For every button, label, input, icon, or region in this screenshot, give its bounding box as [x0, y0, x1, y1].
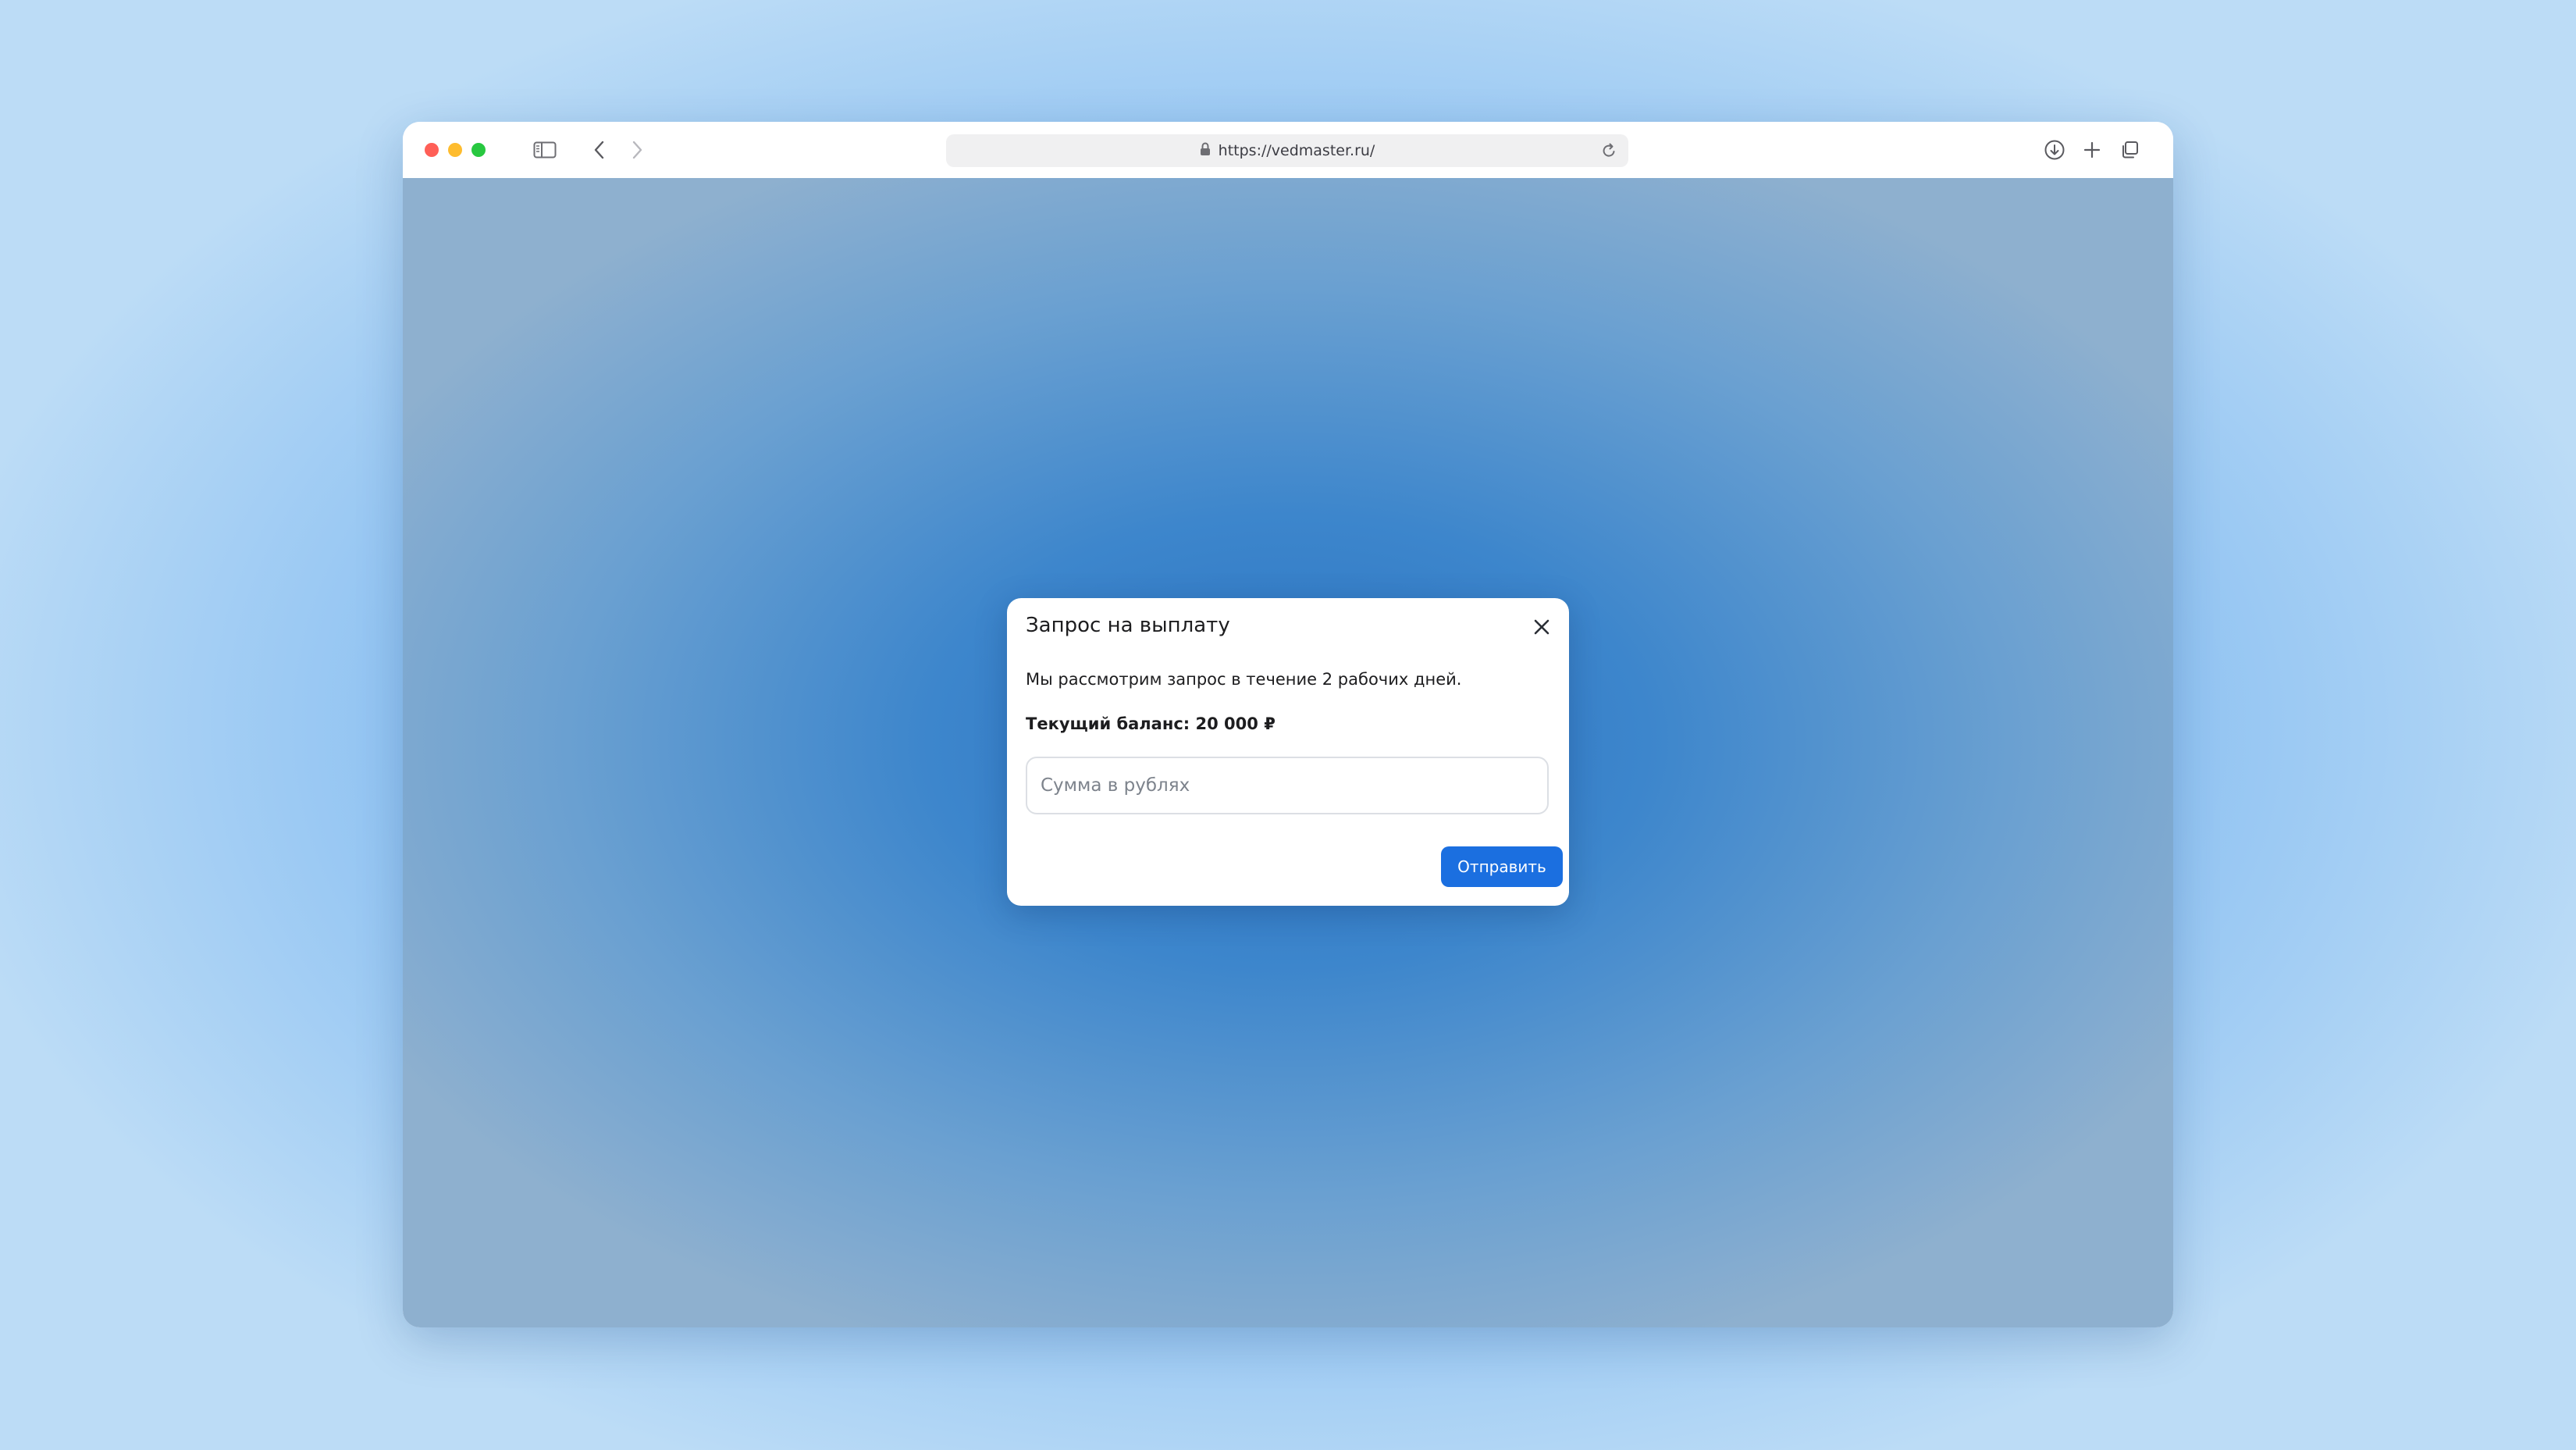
reload-icon[interactable]	[1597, 139, 1621, 162]
tabs-overview-icon[interactable]	[2117, 137, 2142, 162]
new-tab-icon[interactable]	[2080, 137, 2105, 162]
browser-toolbar: https://vedmaster.ru/	[403, 122, 2173, 178]
sidebar-icon[interactable]	[532, 137, 557, 162]
zoom-window-button[interactable]	[471, 143, 486, 157]
browser-window: https://vedmaster.ru/ Запрос на выплату …	[403, 122, 2173, 1327]
payout-request-modal: Запрос на выплату Мы рассмотрим запрос в…	[1007, 598, 1569, 906]
lock-icon	[1200, 141, 1211, 160]
forward-icon[interactable]	[624, 137, 649, 162]
close-icon[interactable]	[1530, 615, 1553, 639]
modal-description: Мы рассмотрим запрос в течение 2 рабочих…	[1026, 670, 1462, 689]
close-window-button[interactable]	[425, 143, 439, 157]
submit-button[interactable]: Отправить	[1441, 846, 1563, 887]
address-bar-content: https://vedmaster.ru/	[946, 134, 1628, 167]
url-text: https://vedmaster.ru/	[1218, 142, 1375, 159]
address-bar[interactable]: https://vedmaster.ru/	[946, 134, 1628, 167]
back-icon[interactable]	[587, 137, 612, 162]
current-balance: Текущий баланс: 20 000 ₽	[1026, 714, 1276, 733]
modal-title: Запрос на выплату	[1026, 614, 1230, 637]
minimize-window-button[interactable]	[448, 143, 462, 157]
page-content: Запрос на выплату Мы рассмотрим запрос в…	[403, 178, 2173, 1327]
amount-input[interactable]	[1026, 757, 1549, 814]
download-icon[interactable]	[2042, 137, 2067, 162]
